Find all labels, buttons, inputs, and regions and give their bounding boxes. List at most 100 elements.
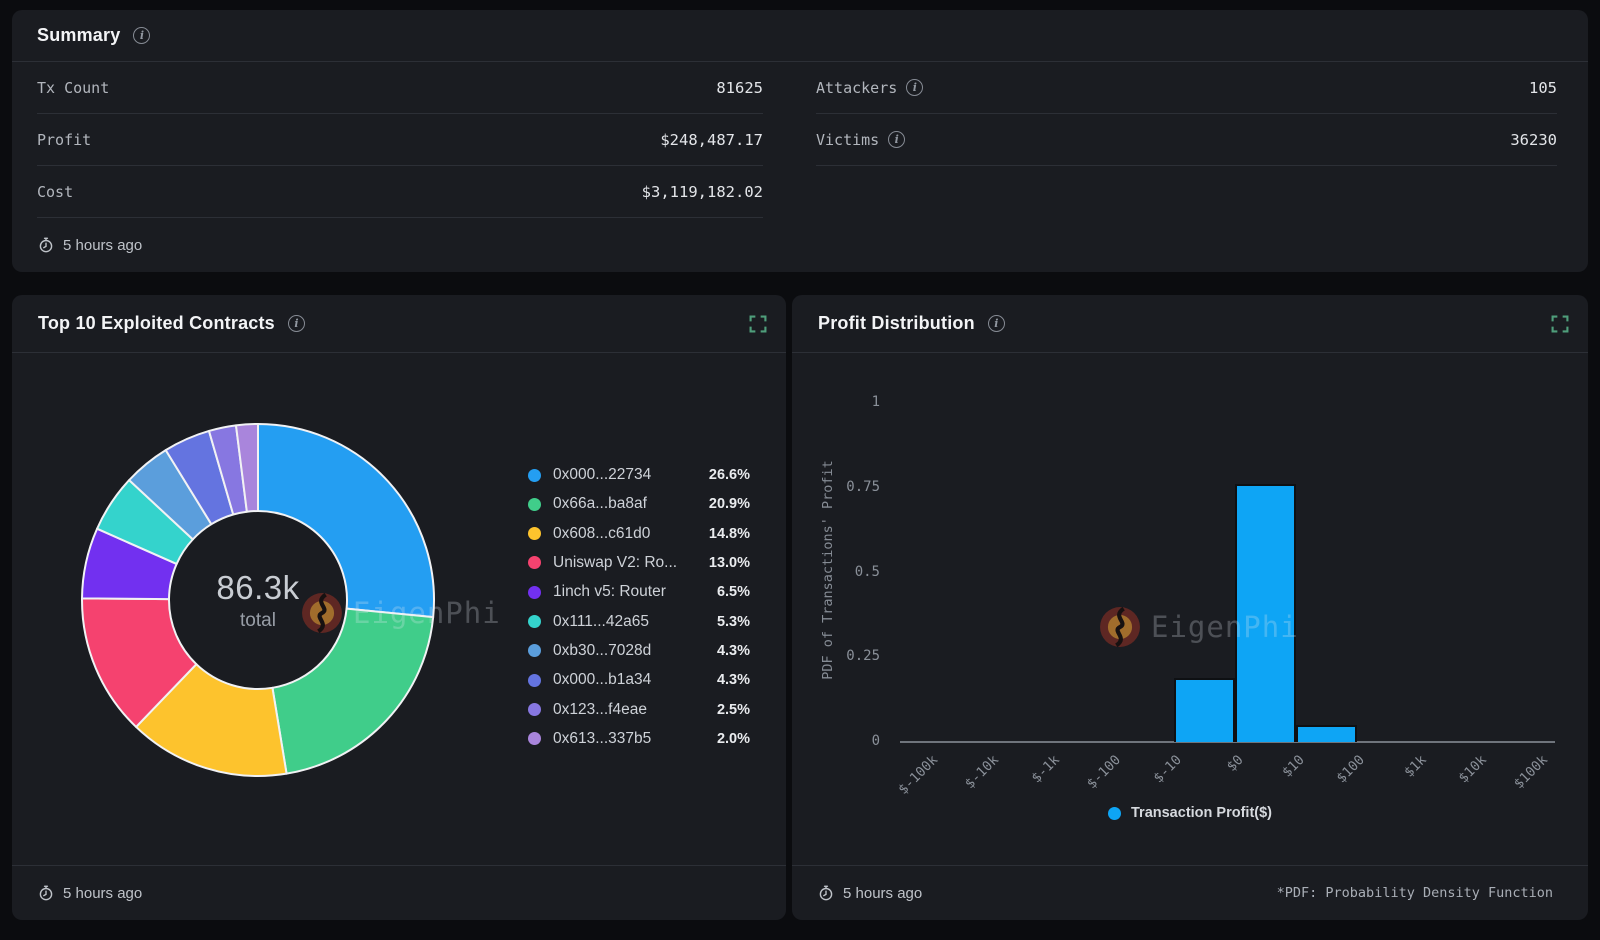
summary-row: Profit$248,487.17 bbox=[37, 114, 763, 166]
legend-dot bbox=[528, 703, 541, 716]
y-tick-label: 0.25 bbox=[820, 648, 880, 664]
profit-footer: 5 hours ago *PDF: Probability Density Fu… bbox=[792, 865, 1588, 920]
x-tick-text: $-1k bbox=[1029, 752, 1063, 786]
updated-text: 5 hours ago bbox=[63, 885, 142, 902]
updated-text: 5 hours ago bbox=[843, 885, 922, 902]
row-value: 105 bbox=[1529, 79, 1557, 97]
legend-percent: 6.5% bbox=[717, 584, 750, 600]
series-legend[interactable]: Transaction Profit($) bbox=[792, 805, 1588, 821]
expand-icon[interactable] bbox=[1551, 315, 1569, 333]
legend-label: 0x111...42a65 bbox=[553, 613, 705, 631]
legend-percent: 5.3% bbox=[717, 614, 750, 630]
y-tick-label: 0 bbox=[820, 733, 880, 749]
row-label: Tx Count bbox=[37, 79, 109, 97]
summary-row: Attackers i 105 bbox=[816, 62, 1557, 114]
legend-label: Uniswap V2: Ro... bbox=[553, 554, 697, 572]
expand-icon[interactable] bbox=[749, 315, 767, 333]
legend-dot bbox=[528, 615, 541, 628]
legend-item[interactable]: 0x613...337b52.0% bbox=[528, 727, 750, 751]
legend-label: Transaction Profit($) bbox=[1131, 805, 1272, 821]
legend-percent: 4.3% bbox=[717, 643, 750, 659]
x-tick-text: $10k bbox=[1456, 752, 1490, 786]
row-label-group: Cost bbox=[37, 183, 73, 201]
updated-text: 5 hours ago bbox=[63, 237, 142, 254]
legend-label: 0xb30...7028d bbox=[553, 642, 705, 660]
histogram-plot: PDF of Transactions' Profit 00.250.50.75… bbox=[792, 353, 1588, 865]
legend-item[interactable]: 0x608...c61d0 14.8% bbox=[528, 522, 750, 546]
legend-item[interactable]: 0x000...b1a34 4.3% bbox=[528, 668, 750, 692]
pdf-footnote: *PDF: Probability Density Function bbox=[1277, 885, 1553, 901]
summary-right-column: Attackers i 105 Victimsi 36230 bbox=[816, 62, 1557, 218]
summary-footer: 5 hours ago bbox=[12, 218, 1588, 272]
legend-label: 0x000...22734 bbox=[553, 466, 697, 484]
info-icon[interactable]: i bbox=[906, 79, 923, 96]
legend-item[interactable]: 0xb30...7028d 4.3% bbox=[528, 639, 750, 663]
info-icon[interactable]: i bbox=[888, 131, 905, 148]
x-tick-text: $100k bbox=[1511, 752, 1551, 792]
legend-item[interactable]: 0x111...42a65 5.3% bbox=[528, 610, 750, 634]
clock-icon bbox=[38, 237, 54, 253]
legend-dot bbox=[528, 644, 541, 657]
legend-item[interactable]: 0x123...f4eae2.5% bbox=[528, 698, 750, 722]
x-tick-text: $0 bbox=[1223, 752, 1246, 775]
summary-body: Tx Count 81625 Profit$248,487.17 Cost $3,119… bbox=[12, 62, 1588, 218]
y-tick-label: 0.5 bbox=[820, 564, 880, 580]
last-updated: 5 hours ago bbox=[818, 885, 922, 902]
legend-item[interactable]: 0x000...22734 26.6% bbox=[528, 463, 750, 487]
histogram-bar[interactable] bbox=[1235, 484, 1296, 742]
contracts-title: Top 10 Exploited Contracts bbox=[38, 313, 275, 334]
legend-percent: 14.8% bbox=[709, 526, 750, 542]
legend-label: 0x66a...ba8af bbox=[553, 495, 697, 513]
legend-item[interactable]: 1inch v5: Router 6.5% bbox=[528, 580, 750, 604]
info-icon[interactable]: i bbox=[988, 315, 1005, 332]
contracts-header: Top 10 Exploited Contracts i bbox=[12, 295, 786, 353]
x-tick-text: $-100k bbox=[896, 752, 942, 798]
info-icon[interactable]: i bbox=[133, 27, 150, 44]
last-updated: 5 hours ago bbox=[38, 885, 142, 902]
legend-dot bbox=[528, 586, 541, 599]
legend-label: 0x613...337b5 bbox=[553, 730, 705, 748]
histogram-chart-area: PDF of Transactions' Profit 00.250.50.75… bbox=[792, 353, 1588, 865]
summary-left-column: Tx Count 81625 Profit$248,487.17 Cost $3,119… bbox=[37, 62, 763, 218]
donut-chart: 86.3k total bbox=[78, 420, 438, 780]
row-label: Cost bbox=[37, 183, 73, 201]
x-tick-text: $-100 bbox=[1084, 752, 1124, 792]
donut-chart-area: 86.3k total EigenPhi 0x000...2273426.6%0… bbox=[12, 353, 786, 865]
exploited-contracts-card: Top 10 Exploited Contracts i 86.3k total bbox=[12, 295, 786, 920]
legend-percent: 4.3% bbox=[717, 672, 750, 688]
summary-header: Summary i bbox=[12, 10, 1588, 62]
legend-label: 0x000...b1a34 bbox=[553, 671, 705, 689]
legend-label: 0x608...c61d0 bbox=[553, 525, 697, 543]
histogram-bar[interactable] bbox=[1174, 678, 1235, 742]
donut-legend: 0x000...22734 26.6% 0x66a...ba8af 20.9% 0x60… bbox=[528, 463, 750, 751]
row-label-group: Profit bbox=[37, 131, 91, 149]
info-icon[interactable]: i bbox=[288, 315, 305, 332]
y-tick-label: 0.75 bbox=[820, 479, 880, 495]
row-value: 81625 bbox=[716, 79, 763, 97]
row-value: $3,119,182.02 bbox=[642, 183, 763, 201]
legend-percent: 26.6% bbox=[709, 467, 750, 483]
y-tick-label: 1 bbox=[820, 394, 880, 410]
summary-row: Tx Count 81625 bbox=[37, 62, 763, 114]
contracts-footer: 5 hours ago bbox=[12, 865, 786, 920]
row-value: 36230 bbox=[1510, 131, 1557, 149]
legend-dot bbox=[528, 732, 541, 745]
legend-dot bbox=[528, 674, 541, 687]
row-label: Attackers bbox=[816, 79, 897, 97]
legend-percent: 20.9% bbox=[709, 496, 750, 512]
legend-dot bbox=[1108, 807, 1121, 820]
row-label-group: Victimsi bbox=[816, 131, 905, 149]
donut-slice-0x66a...ba8af[interactable] bbox=[272, 609, 433, 774]
legend-label: 1inch v5: Router bbox=[553, 583, 705, 601]
legend-label: 0x123...f4eae bbox=[553, 701, 705, 719]
x-tick-text: $-10 bbox=[1151, 752, 1185, 786]
summary-title: Summary bbox=[37, 25, 120, 46]
summary-row: Cost $3,119,182.02 bbox=[37, 166, 763, 218]
histogram-bar[interactable] bbox=[1296, 725, 1357, 742]
legend-percent: 13.0% bbox=[709, 555, 750, 571]
profit-distribution-card: Profit Distribution i PDF of Transaction… bbox=[792, 295, 1588, 920]
legend-item[interactable]: Uniswap V2: Ro... 13.0% bbox=[528, 551, 750, 575]
x-tick-text: $-10k bbox=[962, 752, 1002, 792]
donut-slice-0x000...22734[interactable] bbox=[258, 424, 434, 617]
legend-item[interactable]: 0x66a...ba8af 20.9% bbox=[528, 492, 750, 516]
